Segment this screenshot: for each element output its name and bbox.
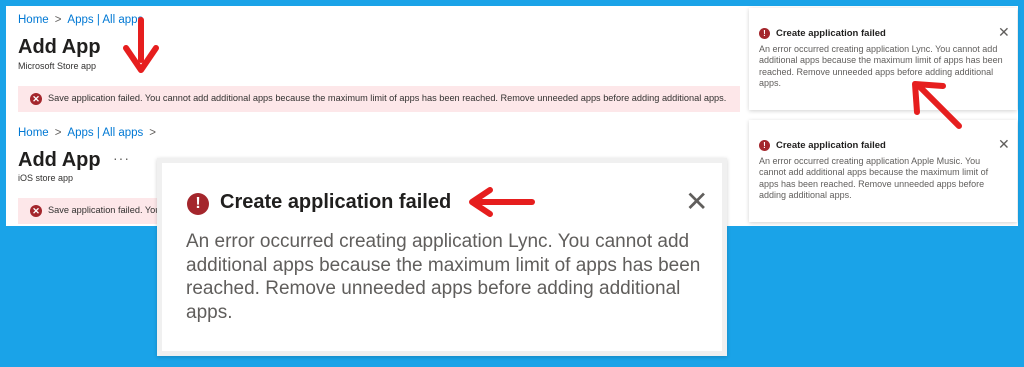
notification-toast-lync: ! Create application failed ✕ An error o… <box>749 8 1017 110</box>
error-x-icon: ✕ <box>30 93 42 105</box>
error-icon: ! <box>759 28 770 39</box>
toast-body: An error occurred creating application A… <box>759 156 989 200</box>
notification-toast-apple-music: ! Create application failed ✕ An error o… <box>749 120 1017 222</box>
page-title-bottom: Add App <box>18 149 101 171</box>
close-icon[interactable]: ✕ <box>685 185 708 218</box>
toast-body: An error occurred creating application L… <box>186 231 701 323</box>
toast-title: Create application failed <box>220 191 452 213</box>
error-message-bottom: Save application failed. You <box>48 205 161 215</box>
error-x-icon: ✕ <box>30 205 42 217</box>
breadcrumb-home-link[interactable]: Home <box>18 14 49 26</box>
error-icon: ! <box>187 193 209 215</box>
breadcrumb-home-link[interactable]: Home <box>18 127 49 139</box>
breadcrumb-separator: > <box>54 14 62 26</box>
toast-title: Create application failed <box>776 140 886 151</box>
page-subtitle-bottom: iOS store app <box>18 173 74 183</box>
breadcrumb-bottom: Home > Apps | All apps > <box>18 127 162 139</box>
error-message-top: Save application failed. You cannot add … <box>48 93 727 103</box>
close-icon[interactable]: ✕ <box>998 24 1010 41</box>
error-banner-bottom: ✕ Save application failed. You <box>18 198 168 224</box>
breadcrumb-separator: > <box>149 127 156 139</box>
left-arrow-annotation <box>469 187 535 217</box>
breadcrumb-separator: > <box>54 127 62 139</box>
page-title-top: Add App <box>18 36 101 58</box>
breadcrumb-apps-link[interactable]: Apps | All apps <box>67 127 143 139</box>
diagonal-arrow-annotation <box>912 81 962 129</box>
more-options-button[interactable]: ··· <box>113 150 130 166</box>
down-arrow-annotation <box>123 17 159 73</box>
toast-title: Create application failed <box>776 28 886 39</box>
error-banner-top: ✕ Save application failed. You cannot ad… <box>18 86 740 112</box>
page-subtitle-top: Microsoft Store app <box>18 61 97 71</box>
notification-toast-zoomed: ! Create application failed ✕ An error o… <box>157 158 727 356</box>
close-icon[interactable]: ✕ <box>998 136 1010 153</box>
error-icon: ! <box>759 140 770 151</box>
